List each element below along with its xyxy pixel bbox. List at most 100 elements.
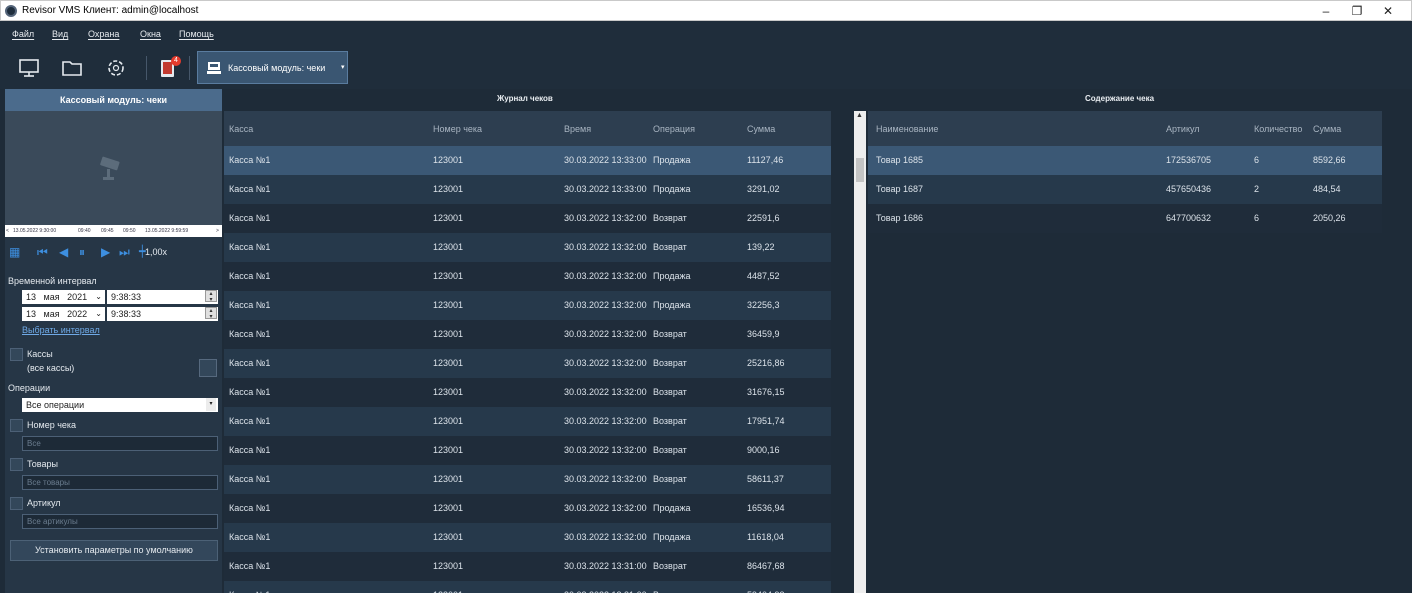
minimize-button[interactable]: – xyxy=(1315,3,1337,19)
table-row[interactable]: Касса №1 123001 30.03.2022 13:32:00 Возврат… xyxy=(224,436,831,465)
reset-defaults-button[interactable]: Установить параметры по умолчанию xyxy=(10,540,218,561)
to-day: 13 xyxy=(26,309,37,319)
table-row[interactable]: Касса №112300130.03.2022 13:31:00Возврат… xyxy=(224,581,831,593)
skip-to-end-icon[interactable]: ⏭ xyxy=(119,245,130,259)
table-cell: 30.03.2022 13:32:00 xyxy=(564,416,647,426)
column-header[interactable]: Артикул xyxy=(1166,124,1200,134)
table-row[interactable]: Касса №1 123001 30.03.2022 13:33:00 Продажа… xyxy=(224,146,831,175)
from-day: 13 xyxy=(26,292,37,302)
calendar-icon[interactable]: ▦ xyxy=(9,245,20,259)
folder-icon[interactable] xyxy=(59,55,85,81)
select-interval-link[interactable]: Выбрать интервал xyxy=(22,325,100,335)
to-year: 2022 xyxy=(67,309,88,319)
table-cell: Касса №1 xyxy=(229,300,271,310)
chevron-up-icon[interactable]: ▲ xyxy=(856,112,863,119)
table-row[interactable]: Касса №1 123001 30.03.2022 13:32:00 Возврат… xyxy=(224,233,831,262)
table-row[interactable]: Касса №1 123001 30.03.2022 13:32:00 Возврат… xyxy=(224,378,831,407)
receipt-number-label: Номер чека xyxy=(27,420,77,430)
chevron-right-icon[interactable]: > xyxy=(216,225,219,237)
table-row[interactable]: Касса №1 123001 30.03.2022 13:32:00 Продажа… xyxy=(224,291,831,320)
scrollbar-thumb[interactable] xyxy=(856,158,864,182)
table-cell: Товар 1686 xyxy=(876,213,924,223)
table-row[interactable]: Касса №1 123001 30.03.2022 13:33:00 Продажа… xyxy=(224,175,831,204)
table-cell: 22591,6 xyxy=(747,213,780,223)
table-cell: Продажа xyxy=(653,532,691,542)
journal-scrollbar[interactable]: ▲ xyxy=(854,111,866,593)
time-spinner-icon[interactable]: ▴ ▾ xyxy=(205,307,217,320)
table-cell: 123001 xyxy=(433,213,464,223)
table-row[interactable]: Товар 1686 647700632 6 2050,26 xyxy=(868,204,1382,233)
table-cell: Продажа xyxy=(653,503,691,513)
table-row[interactable]: Касса №112300130.03.2022 13:31:00Возврат… xyxy=(224,552,831,581)
settings-gear-icon[interactable] xyxy=(103,55,129,81)
table-cell: 30.03.2022 13:33:00 xyxy=(564,155,647,165)
article-checkbox[interactable] xyxy=(10,497,23,510)
table-cell: 647700632 xyxy=(1166,213,1212,223)
skip-to-start-icon[interactable]: ⏮ xyxy=(37,245,48,259)
table-row[interactable]: Касса №1 123001 30.03.2022 13:32:00 Возврат… xyxy=(224,320,831,349)
operations-selected-value: Все операции xyxy=(26,400,85,410)
toolbar-divider xyxy=(189,56,190,80)
close-button[interactable]: ✕ xyxy=(1377,3,1399,19)
registers-checkbox[interactable] xyxy=(10,348,23,361)
monitor-icon[interactable] xyxy=(16,55,42,81)
timeline[interactable]: < 13.05.2022 9:30:00 09:40 09:45 09:50 1… xyxy=(5,225,222,237)
goods-input[interactable]: Все товары xyxy=(22,475,218,490)
table-cell: Касса №1 xyxy=(229,561,271,571)
column-header[interactable]: Количество xyxy=(1254,124,1302,134)
table-cell: 2 xyxy=(1254,184,1260,194)
menu-file[interactable]: Файл xyxy=(12,29,34,39)
from-time-field[interactable]: 9:38:33 ▴ ▾ xyxy=(107,290,218,304)
column-header[interactable]: Время xyxy=(564,124,591,134)
column-header[interactable]: Касса xyxy=(229,124,253,134)
table-cell: Продажа xyxy=(653,184,691,194)
table-row[interactable]: Касса №1 123001 30.03.2022 13:32:00 Возврат… xyxy=(224,204,831,233)
table-cell: 457650436 xyxy=(1166,184,1212,194)
table-row[interactable]: Касса №1 123001 30.03.2022 13:32:00 Возврат… xyxy=(224,465,831,494)
table-row[interactable]: Касса №1 123001 30.03.2022 13:32:00 Продажа… xyxy=(224,494,831,523)
step-back-icon[interactable]: ◀ xyxy=(59,245,68,259)
table-cell: 32256,3 xyxy=(747,300,780,310)
menu-help[interactable]: Помощь xyxy=(179,29,214,39)
table-cell: 123001 xyxy=(433,184,464,194)
chevron-left-icon[interactable]: < xyxy=(6,225,9,237)
maximize-button[interactable]: ❐ xyxy=(1346,3,1368,19)
table-row[interactable]: Касса №1 123001 30.03.2022 13:32:00 Продажа… xyxy=(224,523,831,552)
receipt-number-input[interactable]: Все xyxy=(22,436,218,451)
table-cell: Продажа xyxy=(653,155,691,165)
table-cell: 3291,02 xyxy=(747,184,780,194)
table-cell: Касса №1 xyxy=(229,271,271,281)
column-header[interactable]: Наименование xyxy=(876,124,938,134)
to-time-field[interactable]: 9:38:33 ▴ ▾ xyxy=(107,307,218,321)
table-row[interactable]: Касса №1 123001 30.03.2022 13:32:00 Продажа… xyxy=(224,262,831,291)
goods-checkbox[interactable] xyxy=(10,458,23,471)
menu-windows[interactable]: Окна xyxy=(140,29,161,39)
module-dropdown[interactable]: Кассовый модуль: чеки ▾ xyxy=(197,51,348,84)
table-row[interactable]: Товар 1685 172536705 6 8592,66 xyxy=(868,146,1382,175)
table-cell: Возврат xyxy=(653,242,687,252)
menu-view[interactable]: Вид xyxy=(52,29,68,39)
column-header[interactable]: Операция xyxy=(653,124,695,134)
menu-security[interactable]: Охрана xyxy=(88,29,119,39)
pause-icon[interactable]: ⏸ xyxy=(79,245,85,259)
from-date-field[interactable]: 13 мая 2021 ⌄ xyxy=(22,290,105,304)
table-row[interactable]: Касса №1 123001 30.03.2022 13:32:00 Возврат… xyxy=(224,349,831,378)
table-cell: Касса №1 xyxy=(229,329,271,339)
table-cell: Возврат xyxy=(653,358,687,368)
registers-picker-button[interactable] xyxy=(199,359,217,377)
table-cell: 30.03.2022 13:32:00 xyxy=(564,358,647,368)
column-header[interactable]: Сумма xyxy=(747,124,775,134)
receipt-number-checkbox[interactable] xyxy=(10,419,23,432)
table-row[interactable]: Товар 1687 457650436 2 484,54 xyxy=(868,175,1382,204)
step-forward-icon[interactable]: ▶ xyxy=(101,245,110,259)
table-row[interactable]: Касса №1 123001 30.03.2022 13:32:00 Возврат… xyxy=(224,407,831,436)
operations-select[interactable]: Все операции ▾ xyxy=(22,398,218,412)
article-input[interactable]: Все артикулы xyxy=(22,514,218,529)
to-date-field[interactable]: 13 мая 2022 ⌄ xyxy=(22,307,105,321)
goods-placeholder: Все товары xyxy=(27,478,70,487)
column-header[interactable]: Номер чека xyxy=(433,124,482,134)
time-spinner-icon[interactable]: ▴ ▾ xyxy=(205,290,217,303)
column-header[interactable]: Сумма xyxy=(1313,124,1341,134)
table-cell: Касса №1 xyxy=(229,213,271,223)
cash-register-icon xyxy=(207,62,221,74)
